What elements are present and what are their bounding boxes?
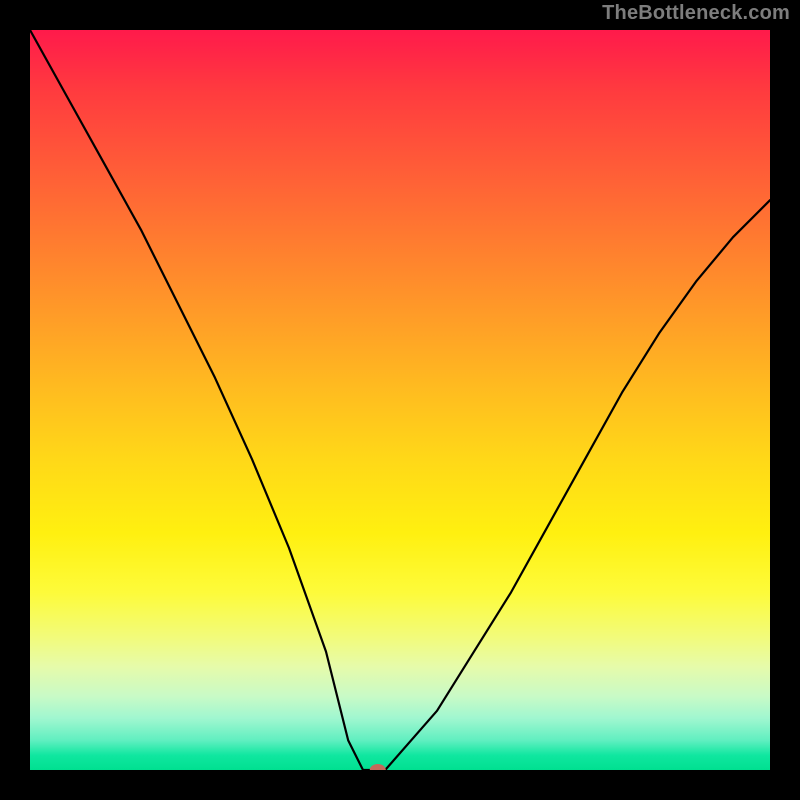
chart-frame: TheBottleneck.com — [0, 0, 800, 800]
plot-area — [30, 30, 770, 770]
bottleneck-curve — [30, 30, 770, 770]
watermark-text: TheBottleneck.com — [602, 2, 790, 25]
curve-svg — [30, 30, 770, 770]
min-marker — [370, 764, 386, 770]
